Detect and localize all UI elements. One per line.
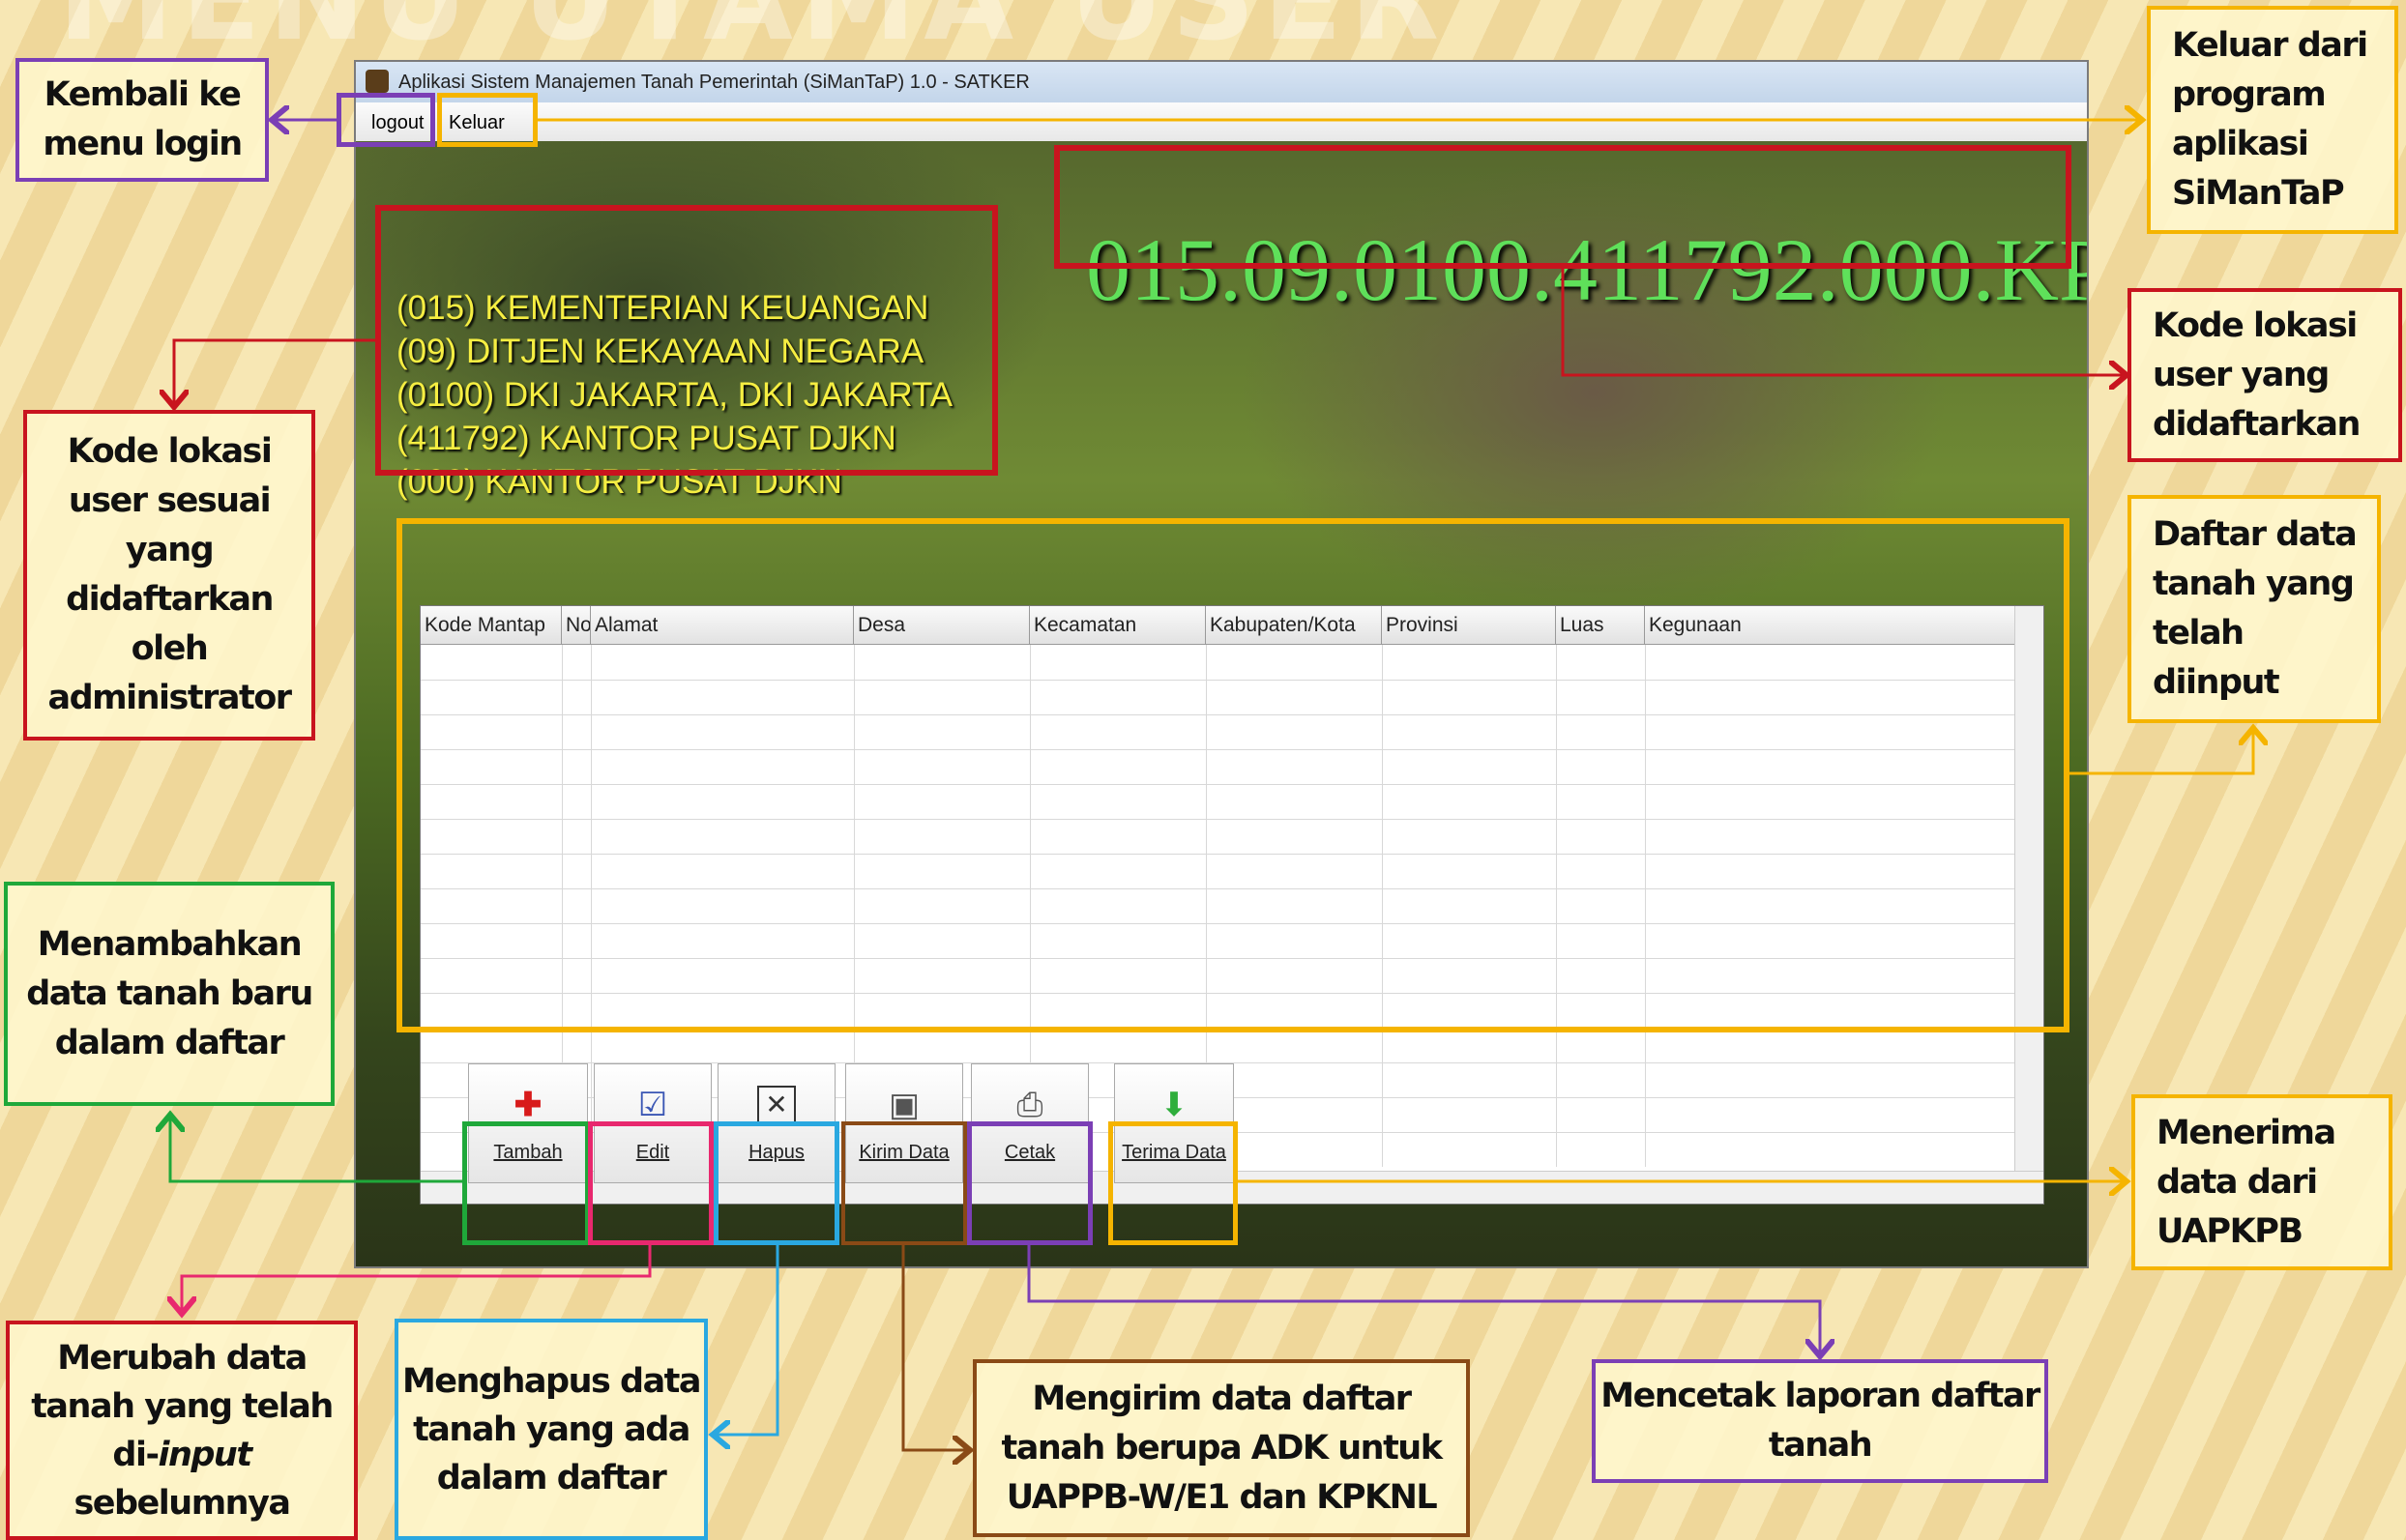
callout-login: Kembali ke menu login [15, 58, 269, 182]
callout-exit: Keluar dari program aplikasi SiManTaP [2147, 6, 2398, 234]
callout-list: Daftar data tanah yang telah diinput [2127, 495, 2381, 723]
callout-add: Menambahkan data tanah baru dalam daftar [4, 882, 335, 1106]
callout-delete: Menghapus data tanah yang ada dalam daft… [395, 1319, 708, 1540]
connector-arrows [0, 0, 2406, 1540]
callout-receive: Menerima data dari UAPKPB [2131, 1094, 2392, 1270]
callout-edit-text: Merubah data tanah yang telah di-input se… [31, 1338, 334, 1523]
callout-admin-code: Kode lokasi user sesuai yang didaftarkan… [23, 410, 315, 741]
callout-send: Mengirim data daftar tanah berupa ADK un… [973, 1359, 1470, 1537]
callout-user-code: Kode lokasi user yang didaftarkan [2127, 288, 2402, 462]
callout-print: Mencetak laporan daftar tanah [1592, 1359, 2048, 1483]
callout-edit: Merubah data tanah yang telah di-input se… [6, 1321, 358, 1540]
